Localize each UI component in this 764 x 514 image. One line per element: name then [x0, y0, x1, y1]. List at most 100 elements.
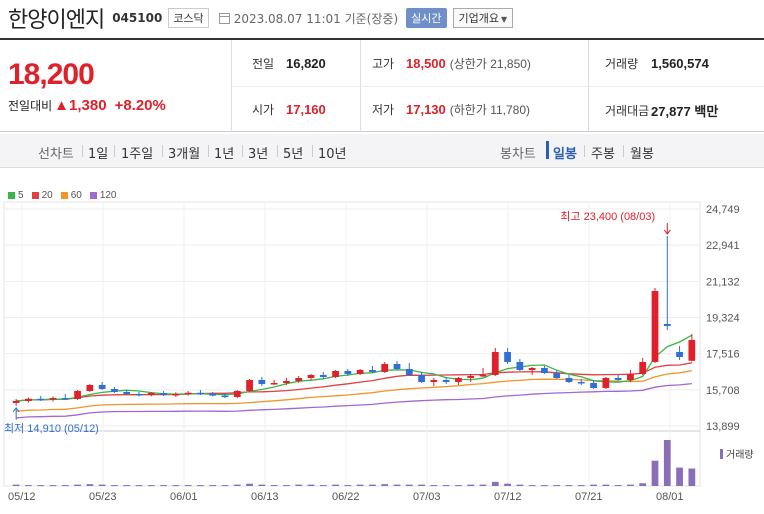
candle-body	[663, 323, 671, 326]
tab-5-years[interactable]: 5년	[283, 143, 303, 162]
candle-body	[491, 351, 499, 375]
candle-body	[307, 374, 315, 378]
trade-amount: 거래대금 27,877 백만	[605, 101, 718, 120]
quote-panel: 18,200 전일대비 ▲1,380 +8.20% 전일 16,820 시가 1…	[0, 38, 764, 132]
open-label: 시가	[252, 103, 275, 117]
candle-body	[614, 377, 622, 380]
tab-3-years[interactable]: 3년	[248, 143, 268, 162]
x-tick-label: 06/22	[332, 491, 360, 503]
volume-bar	[344, 485, 352, 487]
lower-limit: (하한가 11,780)	[449, 103, 531, 117]
tab-line-chart[interactable]: 선차트	[38, 143, 74, 162]
volume-bar	[418, 484, 425, 486]
candle-body	[639, 361, 647, 374]
volume-bar	[663, 440, 671, 486]
tab-weekly[interactable]: 주봉	[591, 143, 615, 162]
candle-body	[455, 377, 462, 382]
legend-swatch	[89, 192, 97, 199]
volume-value: 1,560,574	[651, 56, 709, 71]
volume-bar	[295, 484, 303, 486]
candle-body	[393, 363, 401, 369]
candle-body	[504, 351, 511, 362]
x-tick-label: 08/01	[656, 491, 684, 503]
company-overview-label: 기업개요	[458, 12, 499, 25]
prev-close-value: 16,820	[286, 56, 326, 71]
volume-bar	[516, 484, 524, 486]
realtime-button[interactable]: 실시간	[406, 8, 447, 28]
volume-bar	[614, 485, 622, 487]
ma20-line	[16, 362, 693, 402]
company-overview-button[interactable]: 기업개요 ▼	[452, 8, 514, 28]
volume-bar	[172, 485, 180, 487]
tab-1-day[interactable]: 1일	[88, 143, 108, 162]
volume-bar	[442, 485, 450, 487]
volume-bar	[246, 483, 253, 486]
volume-bar	[332, 484, 339, 486]
x-tick-label: 05/23	[89, 491, 117, 503]
candlestick-chart[interactable]: 24,749 22,941 21,132 19,324 17,516 15,708 13,8…	[0, 200, 764, 514]
chart-tabs: 선차트 1일 1주일 3개월 1년 3년 5년 10년 봉차트 일봉 주봉 월봉	[0, 134, 764, 168]
candle-body	[516, 361, 524, 370]
tab-monthly[interactable]: 월봉	[630, 143, 654, 162]
candle-body	[553, 372, 561, 378]
candle-body	[369, 369, 376, 372]
low-label: 저가	[372, 103, 395, 117]
volume-bar	[233, 484, 241, 486]
candle-body	[98, 384, 106, 389]
volume-bar	[123, 485, 131, 487]
upper-limit: (상한가 21,850)	[449, 57, 531, 71]
stock-name: 한양이엔지	[8, 8, 105, 33]
y-tick-label: 17,516	[706, 349, 740, 361]
prev-close: 전일 16,820	[252, 55, 326, 72]
candle-body	[160, 392, 167, 395]
x-tick-label: 06/13	[251, 491, 279, 503]
volume-bar	[160, 485, 167, 487]
volume-bar	[565, 485, 573, 487]
open-price: 시가 17,160	[252, 101, 326, 118]
candle-body	[676, 351, 683, 357]
stock-code: 045100	[112, 11, 163, 25]
market-badge: 코스닥	[168, 8, 209, 28]
y-tick-label: 21,132	[706, 276, 740, 288]
tab-3-months[interactable]: 3개월	[168, 143, 200, 162]
volume-bar	[688, 468, 696, 486]
low-annotation: 최저 14,910 (05/12)	[4, 422, 99, 435]
candle-body	[565, 377, 573, 382]
candle-body	[479, 374, 487, 377]
candle-body	[12, 400, 20, 403]
volume-bar	[627, 484, 634, 486]
tab-10-years[interactable]: 10년	[318, 143, 347, 162]
tab-daily[interactable]: 일봉	[553, 143, 577, 162]
volume-bar	[528, 485, 536, 487]
volume-bar	[61, 485, 69, 487]
prev-close-label: 전일	[252, 57, 275, 71]
candle-body	[627, 373, 634, 380]
amount-value: 27,877 백만	[651, 104, 719, 119]
x-tick-label: 07/21	[575, 491, 603, 503]
candle-body	[344, 370, 352, 374]
volume-bar	[639, 483, 647, 486]
x-tick-label: 07/12	[494, 491, 522, 503]
volume-bar	[467, 484, 475, 486]
tab-1-year[interactable]: 1년	[214, 143, 234, 162]
volume-bar	[135, 485, 143, 487]
y-tick-label: 15,708	[706, 385, 740, 397]
candle-body	[197, 392, 204, 395]
amount-label: 거래대금	[605, 104, 650, 118]
tab-1-week[interactable]: 1주일	[121, 143, 153, 162]
candle-body	[528, 367, 536, 370]
current-price: 18,200	[8, 58, 95, 91]
ma120-line	[16, 382, 692, 419]
volume-bar	[393, 484, 401, 486]
volume-bar	[356, 484, 364, 486]
volume-bar	[49, 485, 57, 487]
change-percent: +8.20%	[114, 97, 166, 114]
volume-bar	[270, 485, 278, 487]
tab-candle-chart[interactable]: 봉차트	[500, 143, 536, 162]
legend-swatch	[8, 192, 15, 199]
volume-bar	[590, 484, 597, 486]
candle-body	[209, 393, 217, 396]
high-price: 고가 18,500 (상한가 21,850)	[372, 55, 531, 72]
candle-body	[246, 379, 253, 391]
volume-bar	[553, 485, 561, 487]
